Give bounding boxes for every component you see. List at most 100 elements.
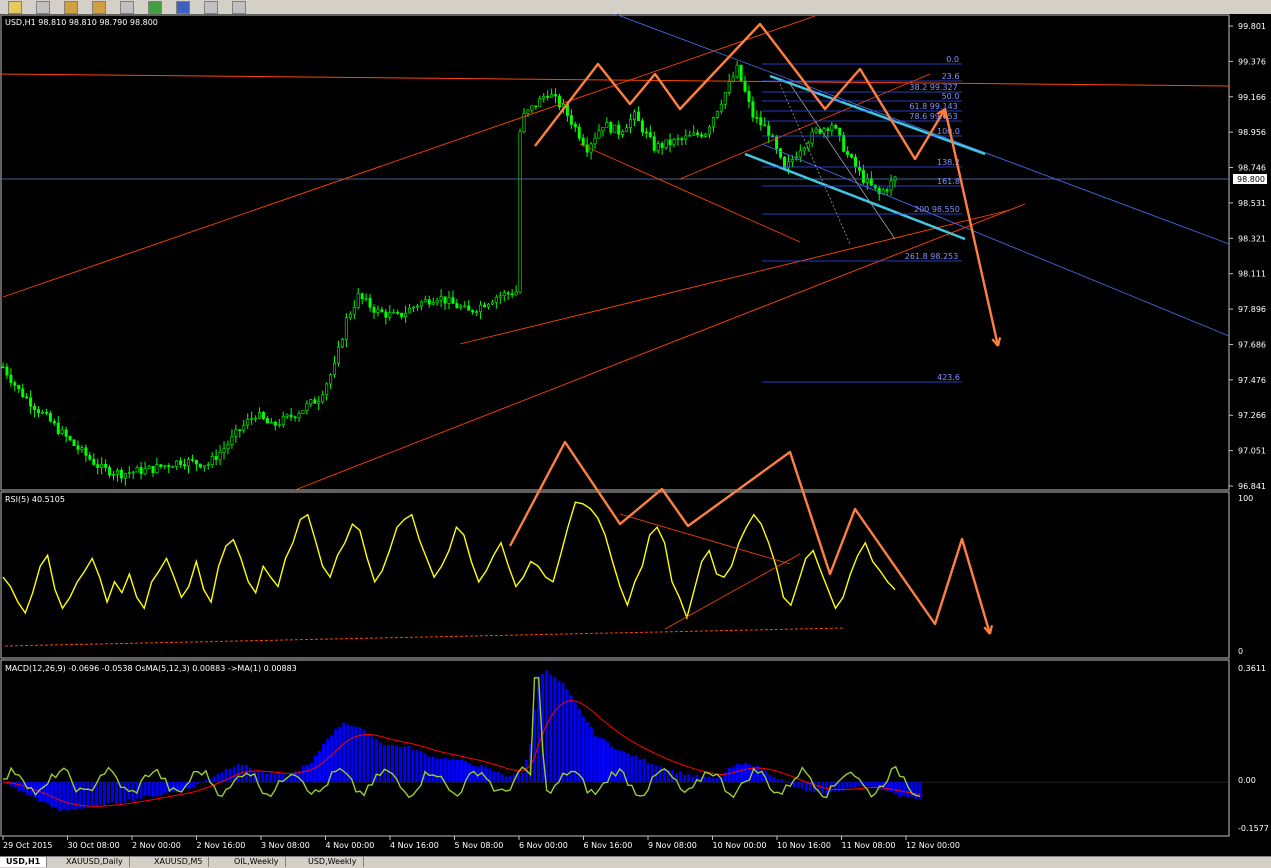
macd-bar [212, 776, 216, 783]
refresh-icon[interactable] [176, 1, 190, 14]
properties-icon[interactable] [204, 1, 218, 14]
macd-bar [74, 782, 78, 811]
macd-bar [411, 750, 415, 783]
new-chart-icon[interactable] [8, 1, 22, 14]
chart-tab[interactable]: USD,Weekly [302, 857, 364, 867]
macd-bar [606, 742, 610, 783]
price-tick-label: 99.801 [1238, 22, 1266, 31]
macd-bar [739, 764, 743, 783]
macd-bar [171, 782, 175, 792]
macd-bar [407, 745, 411, 783]
macd-bar [768, 774, 772, 783]
macd-bar [98, 782, 102, 805]
macd-bar [338, 726, 342, 783]
macd-bar [898, 782, 902, 797]
svg-text:423.6: 423.6 [937, 373, 960, 382]
time-tick-label: 3 Nov 08:00 [261, 841, 310, 850]
profiles-icon[interactable] [36, 1, 50, 14]
candle [261, 411, 265, 421]
chart-tab[interactable]: OIL,Weekly [228, 857, 286, 867]
macd-bar [200, 781, 204, 783]
macd-bar [354, 726, 358, 783]
price-tick-label: 98.111 [1238, 270, 1266, 279]
macd-bar [151, 782, 155, 797]
macd-bar [403, 746, 407, 783]
macd-bar [216, 774, 220, 783]
macd-bar [776, 778, 780, 783]
time-tick-label: 4 Nov 16:00 [390, 841, 439, 850]
rsi-tick-label: 0 [1238, 647, 1243, 656]
macd-bar [565, 689, 569, 783]
macd-bar [419, 751, 423, 783]
candle [779, 147, 783, 159]
macd-bar [334, 728, 338, 783]
macd-bar [102, 782, 106, 807]
macd-bar [106, 782, 110, 804]
macd-bar [147, 782, 151, 796]
zoom-in-icon[interactable] [64, 1, 78, 14]
candle [72, 439, 76, 447]
chart-area: 0.0 23.6 38.2 99.32750.061.8 99.14378.6 99… [0, 14, 1271, 856]
macd-bar [17, 782, 21, 792]
macd-bar [42, 782, 46, 802]
rsi-tick-label: 100 [1238, 494, 1253, 503]
macd-bar [691, 776, 695, 783]
macd-bar [886, 782, 890, 791]
macd-bar [313, 755, 317, 783]
chart-tab[interactable]: XAUUSD,M5 [148, 857, 210, 867]
macd-bar [869, 782, 873, 787]
macd-bar [610, 746, 614, 783]
chart-tab[interactable]: XAUUSD,Daily [60, 857, 130, 867]
macd-title: MACD(12,26,9) -0.0696 -0.0538 OsMA(5,12,… [5, 664, 297, 673]
macd-bar [731, 766, 735, 783]
macd-bar [54, 782, 58, 808]
macd-bar [58, 782, 62, 811]
rsi-title: RSI(5) 40.5105 [5, 495, 65, 504]
chart-tab-bar: USD,H1 XAUUSD,Daily XAUUSD,M5 OIL,Weekly USD… [0, 856, 1271, 868]
macd-bar [265, 773, 269, 783]
macd-bar [451, 758, 455, 783]
macd-bar [155, 782, 159, 796]
toolbar [0, 0, 1271, 15]
chart-tab[interactable]: USD,H1 [0, 857, 48, 867]
price-tick-label: 98.321 [1238, 234, 1266, 243]
macd-bar [735, 764, 739, 783]
candle [739, 64, 743, 82]
macd-bar [70, 782, 74, 810]
macd-bar [902, 782, 906, 796]
macd-bar [638, 759, 642, 783]
candle [715, 110, 719, 119]
macd-bar [679, 771, 683, 783]
macd-bar [301, 766, 305, 783]
main-chart-title: USD,H1 98.810 98.810 98.790 98.800 [5, 18, 158, 27]
macd-bar [472, 765, 476, 783]
macd-bar [273, 774, 277, 783]
price-tick-label: 98.531 [1238, 199, 1266, 208]
macd-bar [520, 772, 524, 783]
time-tick-label: 9 Nov 08:00 [648, 841, 697, 850]
price-tick-label: 97.051 [1238, 447, 1266, 456]
macd-bar [50, 782, 54, 807]
candle [340, 337, 344, 349]
add-indicator-icon[interactable] [148, 1, 162, 14]
macd-bar [780, 779, 784, 783]
price-tick-label: 97.686 [1238, 340, 1266, 349]
macd-bar [423, 753, 427, 783]
macd-bar [431, 756, 435, 783]
zoom-out-icon[interactable] [92, 1, 106, 14]
macd-bar [399, 747, 403, 783]
macd-bar [447, 760, 451, 783]
macd-bar [90, 782, 94, 807]
time-tick-label: 12 Nov 00:00 [906, 841, 960, 850]
price-tick-label: 96.841 [1238, 482, 1266, 491]
macd-tick-label: 0.3611 [1238, 664, 1266, 673]
svg-text:200 98.550: 200 98.550 [914, 205, 960, 214]
macd-bar [585, 722, 589, 783]
period-icon[interactable] [232, 1, 246, 14]
macd-bar [727, 767, 731, 783]
tile-icon[interactable] [120, 1, 134, 14]
macd-bar [800, 782, 804, 789]
macd-bar [626, 753, 630, 783]
macd-bar [62, 782, 66, 810]
macd-bar [857, 782, 861, 786]
